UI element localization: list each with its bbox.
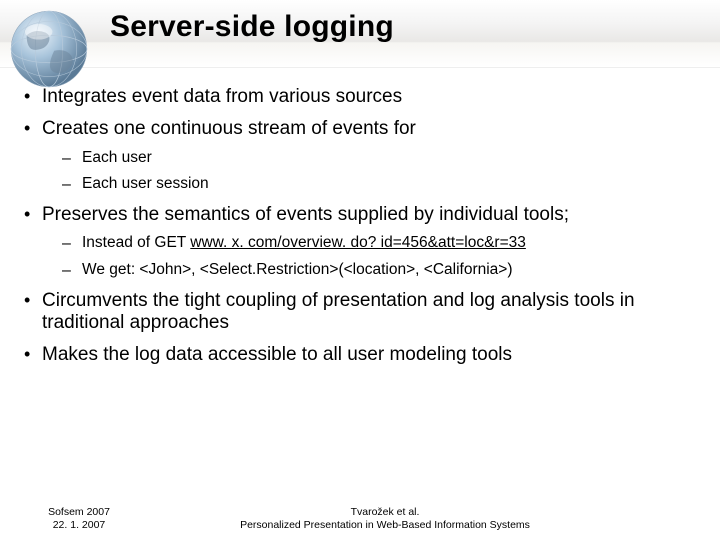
bullet-preserves-semantics: Preserves the semantics of events suppli… [20, 204, 704, 280]
slide-title: Server-side logging [110, 10, 394, 44]
bullet-integrates: Integrates event data from various sourc… [20, 86, 704, 108]
sub-instead-of-get: Instead of GET www. x. com/overview. do?… [56, 234, 704, 253]
footer-date: 22. 1. 2007 [18, 519, 140, 532]
sub-we-get: We get: <John>, <Select.Restriction>(<lo… [56, 261, 704, 280]
bullet-accessible: Makes the log data accessible to all use… [20, 344, 704, 366]
footer-authors: Tvarožek et al. [140, 506, 630, 519]
sub-prefix: Instead of GET [82, 234, 190, 251]
bullet-creates-stream: Creates one continuous stream of events … [20, 118, 704, 194]
footer: Sofsem 2007 22. 1. 2007 Tvarožek et al. … [0, 506, 720, 532]
slide-content: Integrates event data from various sourc… [20, 86, 704, 377]
url-example: www. x. com/overview. do? id=456&att=loc… [190, 234, 526, 251]
footer-conference: Sofsem 2007 [18, 506, 140, 519]
bullet-text: Preserves the semantics of events suppli… [42, 204, 569, 225]
footer-center: Tvarožek et al. Personalized Presentatio… [140, 506, 720, 532]
footer-left: Sofsem 2007 22. 1. 2007 [0, 506, 140, 532]
globe-icon [6, 6, 92, 92]
bullet-circumvents: Circumvents the tight coupling of presen… [20, 290, 704, 335]
footer-paper-title: Personalized Presentation in Web-Based I… [140, 519, 630, 532]
sub-each-user: Each user [56, 149, 704, 168]
sub-each-session: Each user session [56, 175, 704, 194]
bullet-text: Creates one continuous stream of events … [42, 118, 416, 139]
